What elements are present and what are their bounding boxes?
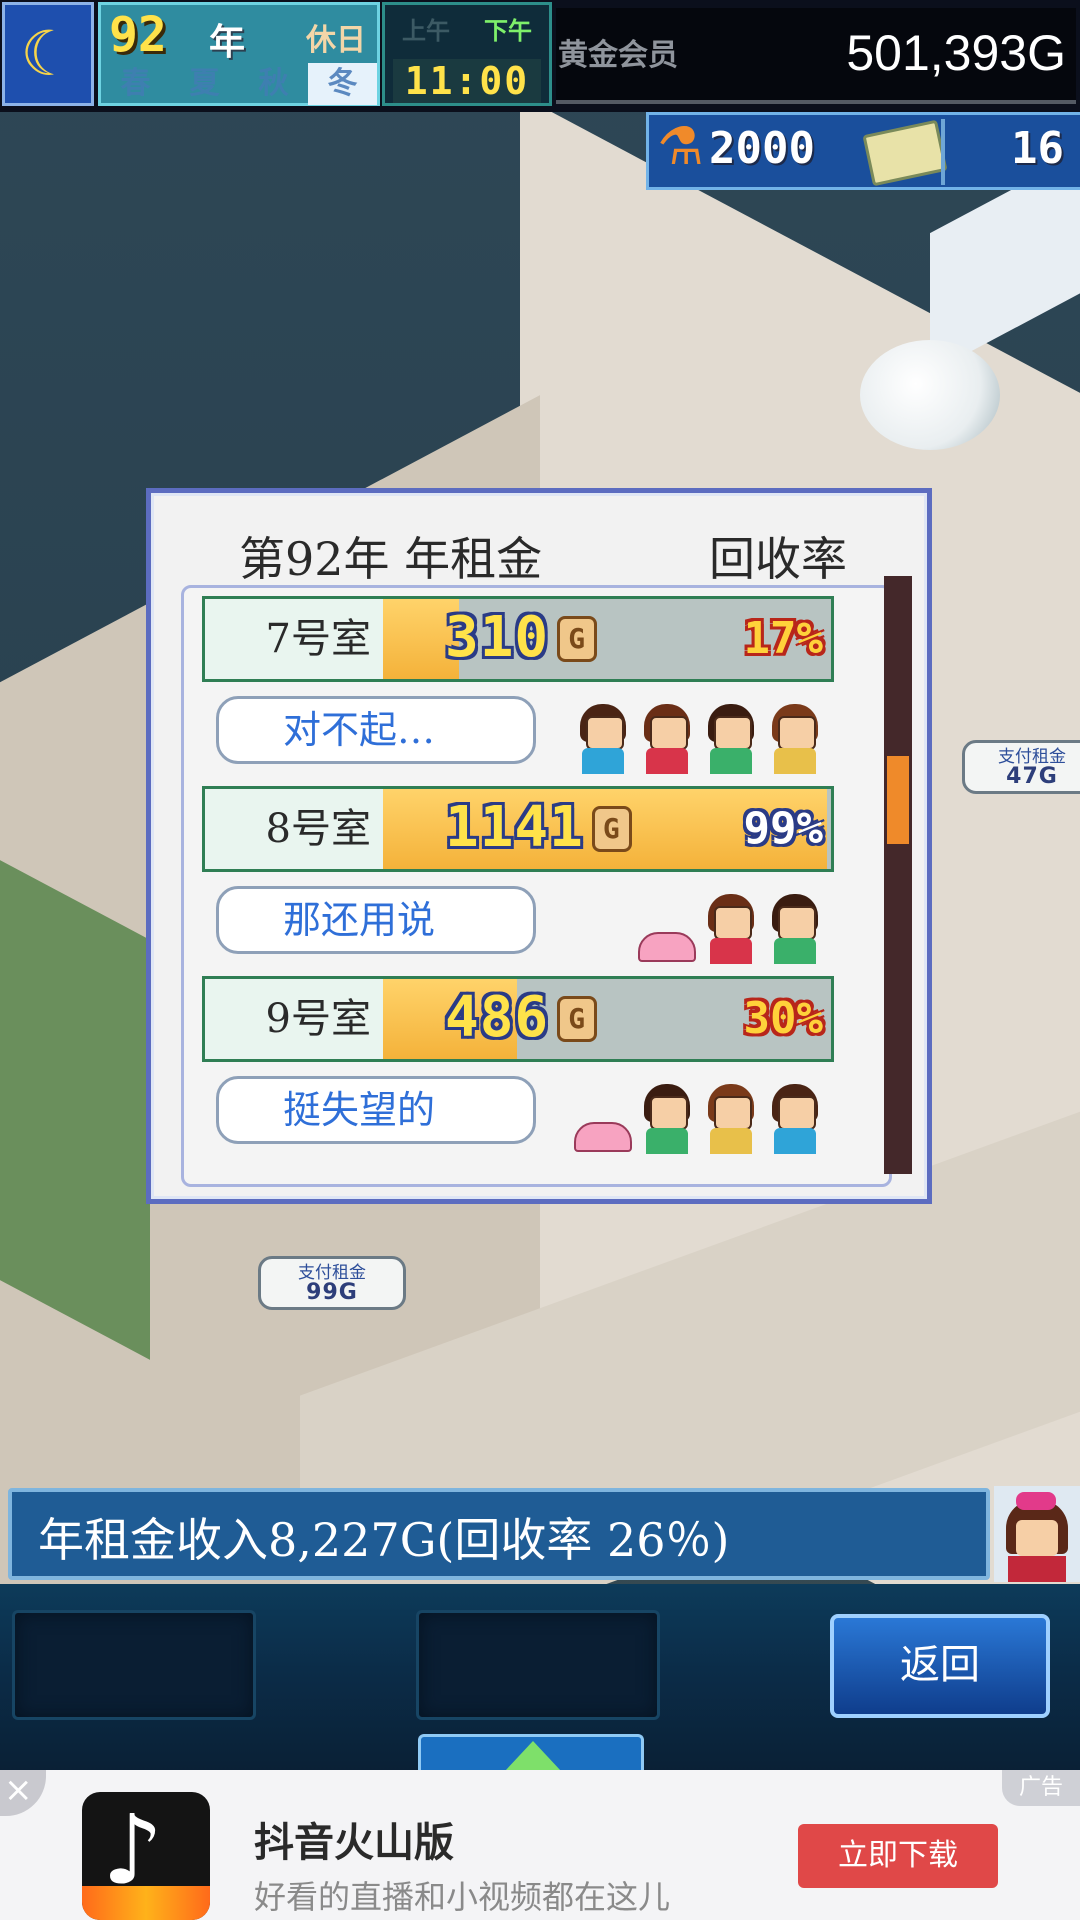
gold-coin-icon: G [591,806,632,852]
room-rent-row[interactable]: 8号室 1141 G 99% [202,786,834,872]
resource-bar: ⚗ 2000 16 [646,112,1080,190]
tenant-avatar [638,700,696,774]
rent-value: 1141 [445,795,584,860]
tenant-avatar [766,890,824,964]
rent-value: 486 [445,985,550,1050]
money-panel: 黄金会员 501,393G [556,8,1076,104]
holiday-label: 休日 [306,23,366,58]
tenant-avatar [766,700,824,774]
ad-banner[interactable]: × 广告 ♪ 抖音火山版 好看的直播和小视频都在这儿 立即下载 [0,1770,1080,1920]
rent-summary: 年租金收入8,227G(回收率 26％) [8,1488,990,1580]
close-icon[interactable]: × [0,1770,46,1816]
tenant-comment-row: 挺失望的 [202,1068,834,1154]
recovery-rate: 30% [743,993,823,1044]
clock: 11:00 [393,59,541,103]
time-panel: 上午 下午 11:00 [382,2,552,106]
snowy-tree-icon [860,340,1000,450]
rent-amount: 486 G [445,985,598,1050]
rent-amount: 1141 G [445,795,632,860]
dialog-title: 第92年 年租金 [239,532,543,586]
pm-label: 下午 [484,17,532,45]
speech-bubble: 挺失望的 [216,1076,536,1144]
tenant-group [638,878,824,964]
gold-coin-icon: G [557,616,598,662]
tenant-avatar [766,1080,824,1154]
room-label: 7号室 [205,599,383,679]
resource-divider [941,119,945,185]
command-bar: 返回 [0,1584,1080,1774]
season-winter: 冬 [308,63,377,105]
tenant-avatar [702,700,760,774]
pillow-icon [574,1122,632,1152]
rate-header: 回收率 [709,532,847,586]
tenant-avatar [574,700,632,774]
recovery-rate: 17% [743,613,823,664]
speech-bubble: 对不起… [216,696,536,764]
top-hud: ☾ 92 年 休日 春 夏 秋 冬 上午 下午 11:00 黄金会员 501,3… [0,0,1080,112]
up-arrow-icon [505,1741,561,1771]
rent-value: 310 [445,605,550,670]
date-panel: 92 年 休日 春 夏 秋 冬 [98,2,380,106]
list-scrollbar[interactable] [884,576,912,1174]
membership-label[interactable]: 黄金会员 [558,30,678,74]
room-rent-row[interactable]: 9号室 486 G 30% [202,976,834,1062]
ad-subtitle: 好看的直播和小视频都在这儿 [254,1878,671,1916]
flame-icon [82,1886,210,1920]
recovery-bar: 486 G 30% [383,979,831,1059]
tenant-group [574,1068,824,1154]
rent-paid-bubble[interactable]: 支付租金 47G [962,740,1080,794]
pillow-icon [638,932,696,962]
ticket-icon [862,119,948,187]
app-logo-icon[interactable]: ♪ [82,1792,210,1920]
moon-icon: ☾ [20,17,76,90]
back-button[interactable]: 返回 [830,1614,1050,1718]
season-summer: 夏 [189,66,220,101]
rent-paid-amount: 47G [1006,764,1058,789]
ad-tag: 广告 [1002,1770,1080,1806]
summary-text: 年租金收入8,227G(回收率 26％) [38,1513,730,1567]
gold-coin-icon: G [557,996,598,1042]
tenant-comment-row: 对不起… [202,688,834,774]
music-note-icon: ♪ [102,1794,164,1906]
recovery-rate: 99% [743,803,823,854]
expand-menu-tab[interactable] [418,1734,644,1774]
rent-paid-bubble[interactable]: 支付租金 99G [258,1256,406,1310]
ad-title: 抖音火山版 [254,1819,454,1866]
rent-paid-amount: 99G [306,1280,358,1305]
tenant-avatar [638,1080,696,1154]
tenant-comment-row: 那还用说 [202,878,834,964]
tenant-avatar [702,890,760,964]
season-autumn: 秋 [258,66,289,101]
scene-green-wall [0,860,150,1360]
room-label: 9号室 [205,979,383,1059]
command-slot-1[interactable] [12,1610,256,1720]
speech-bubble: 那还用说 [216,886,536,954]
season-row: 春 夏 秋 冬 [101,63,377,105]
year-word: 年 [209,22,246,63]
tenant-avatar [702,1080,760,1154]
ticket-count: 16 [1011,123,1064,174]
am-label: 上午 [402,17,450,45]
year-number: 92 [109,7,167,63]
night-indicator: ☾ [2,2,94,106]
recovery-bar: 310 G 17% [383,599,831,679]
tenant-group [574,688,824,774]
research-flask-icon: ⚗ [657,117,704,177]
download-button[interactable]: 立即下载 [798,1824,998,1888]
room-rent-row[interactable]: 7号室 310 G 17% [202,596,834,682]
secretary-avatar [994,1486,1080,1582]
command-slot-2[interactable] [416,1610,660,1720]
scrollbar-thumb[interactable] [887,756,909,844]
recovery-bar: 1141 G 99% [383,789,831,869]
research-points: 2000 [709,123,815,174]
room-label: 8号室 [205,789,383,869]
rent-amount: 310 G [445,605,598,670]
season-spring: 春 [120,66,151,101]
money-amount: 501,393G [846,25,1066,81]
